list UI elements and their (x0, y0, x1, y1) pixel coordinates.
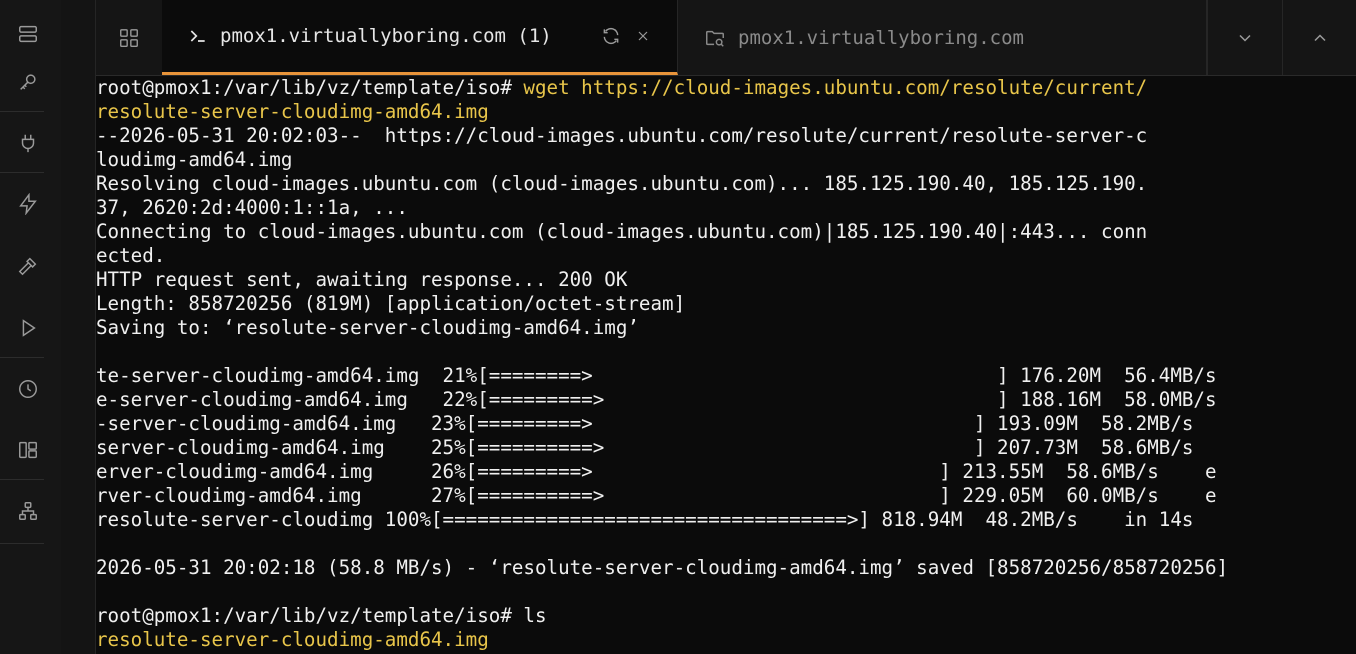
tabs-dropdown-button[interactable] (1207, 0, 1282, 75)
terminal-text-segment: resolute-server-cloudimg-amd64.img (96, 628, 489, 651)
terminal-line: server-cloudimg-amd64.img 25%[==========… (96, 436, 1193, 460)
close-icon[interactable] (635, 28, 651, 44)
terminal-text-segment: server-cloudimg-amd64.img 25%[==========… (96, 436, 1194, 459)
activity-bar (0, 0, 62, 654)
panels-icon[interactable] (12, 434, 44, 466)
lightning-icon[interactable] (12, 188, 44, 220)
hammer-icon[interactable] (12, 250, 44, 282)
terminal-text-segment: e-server-cloudimg-amd64.img 22%[========… (96, 388, 1217, 411)
terminal-line: HTTP request sent, awaiting response... … (96, 268, 627, 292)
terminal-text-segment: root@pmox1:/var/lib/vz/template/iso# (96, 76, 524, 99)
terminal-text-segment: root@pmox1:/var/lib/vz/template/iso# ls (96, 604, 547, 627)
terminal-line: loudimg-amd64.img (96, 148, 292, 172)
terminal-text-segment: Length: 858720256 (819M) [application/oc… (96, 292, 686, 315)
activity-separator (0, 172, 44, 173)
terminal-line: e-server-cloudimg-amd64.img 22%[========… (96, 388, 1217, 412)
chevron-up-icon (1314, 33, 1326, 41)
terminal-line: ected. (96, 244, 165, 268)
terminal-text-segment: HTTP request sent, awaiting response... … (96, 268, 628, 291)
terminal-text-segment: Connecting to cloud-images.ubuntu.com (c… (96, 220, 1148, 243)
collapse-button[interactable] (1282, 0, 1356, 75)
secondary-sidebar (61, 0, 96, 654)
terminal-text-segment: loudimg-amd64.img (96, 148, 293, 171)
terminal-text-segment: Saving to: ‘resolute-server-cloudimg-amd… (96, 316, 639, 339)
tab-title: pmox1.virtuallyboring.com (738, 26, 1024, 49)
terminal-prompt-icon (188, 26, 208, 46)
terminal-line: Connecting to cloud-images.ubuntu.com (c… (96, 220, 1147, 244)
terminal-line: resolute-server-cloudimg-amd64.img (96, 100, 489, 124)
terminal-line: Length: 858720256 (819M) [application/oc… (96, 292, 685, 316)
terminal-line: 2026-05-31 20:02:18 (58.8 MB/s) - ‘resol… (96, 556, 1228, 580)
play-icon[interactable] (12, 312, 44, 344)
terminal-line: resolute-server-cloudimg-amd64.img (96, 628, 489, 652)
terminal-line: 37, 2620:2d:4000:1::1a, ... (96, 196, 408, 220)
app-window: pmox1.virtuallyboring.com (1) pmox1.virt… (0, 0, 1356, 654)
terminal-text-segment: erver-cloudimg-amd64.img 26%[=========> … (96, 460, 1217, 483)
terminal-line: root@pmox1:/var/lib/vz/template/iso# ls (96, 604, 547, 628)
terminal-line: rver-cloudimg-amd64.img 27%[==========> … (96, 484, 1217, 508)
terminal-text-segment: te-server-cloudimg-amd64.img 21%[=======… (96, 364, 1217, 387)
network-icon[interactable] (12, 495, 44, 527)
terminal-text-segment: resolute-server-cloudimg-amd64.img (96, 100, 489, 123)
terminal-text-segment: --2026-05-31 20:02:03-- https://cloud-im… (96, 124, 1148, 147)
terminal-text-segment: Resolving cloud-images.ubuntu.com (cloud… (96, 172, 1148, 195)
activity-separator (0, 357, 44, 358)
terminal-text-segment: 2026-05-31 20:02:18 (58.8 MB/s) - ‘resol… (96, 556, 1229, 579)
tab-title: pmox1.virtuallyboring.com (1) (220, 25, 552, 47)
terminal-text-segment: 37, 2620:2d:4000:1::1a, ... (96, 196, 408, 219)
terminal-line: erver-cloudimg-amd64.img 26%[=========> … (96, 460, 1217, 484)
terminal-output[interactable]: root@pmox1:/var/lib/vz/template/iso# wge… (96, 76, 1356, 654)
terminal-line: root@pmox1:/var/lib/vz/template/iso# wge… (96, 76, 1147, 100)
activity-separator (0, 479, 44, 480)
terminal-text-segment: -server-cloudimg-amd64.img 23%[=========… (96, 412, 1194, 435)
reconnect-icon[interactable] (601, 26, 621, 46)
terminal-line: te-server-cloudimg-amd64.img 21%[=======… (96, 364, 1217, 388)
folder-search-icon (704, 27, 726, 49)
terminal-text-segment: resolute-server-cloudimg 100%[==========… (96, 508, 1194, 531)
terminal-line: -server-cloudimg-amd64.img 23%[=========… (96, 412, 1193, 436)
terminal-line: resolute-server-cloudimg 100%[==========… (96, 508, 1193, 532)
tab-overview-button[interactable] (96, 0, 163, 75)
server-list-icon[interactable] (12, 18, 44, 50)
terminal-line: --2026-05-31 20:02:03-- https://cloud-im… (96, 124, 1147, 148)
tab-active-ssh[interactable]: pmox1.virtuallyboring.com (1) (162, 0, 678, 75)
chevron-down-icon (1239, 34, 1251, 42)
tab-sftp[interactable]: pmox1.virtuallyboring.com (678, 0, 1207, 75)
activity-separator (0, 111, 44, 112)
terminal-text-segment: ected. (96, 244, 166, 267)
key-icon[interactable] (12, 66, 44, 98)
terminal-text-segment: rver-cloudimg-amd64.img 27%[==========> … (96, 484, 1217, 507)
terminal-line: Resolving cloud-images.ubuntu.com (cloud… (96, 172, 1147, 196)
terminal-line: Saving to: ‘resolute-server-cloudimg-amd… (96, 316, 639, 340)
grid-icon (120, 28, 138, 47)
terminal-text-segment: wget https://cloud-images.ubuntu.com/res… (523, 76, 1148, 99)
clock-icon[interactable] (12, 373, 44, 405)
tab-bar: pmox1.virtuallyboring.com (1) pmox1.virt… (96, 0, 1356, 76)
activity-separator (0, 543, 44, 544)
plug-icon[interactable] (12, 127, 44, 159)
